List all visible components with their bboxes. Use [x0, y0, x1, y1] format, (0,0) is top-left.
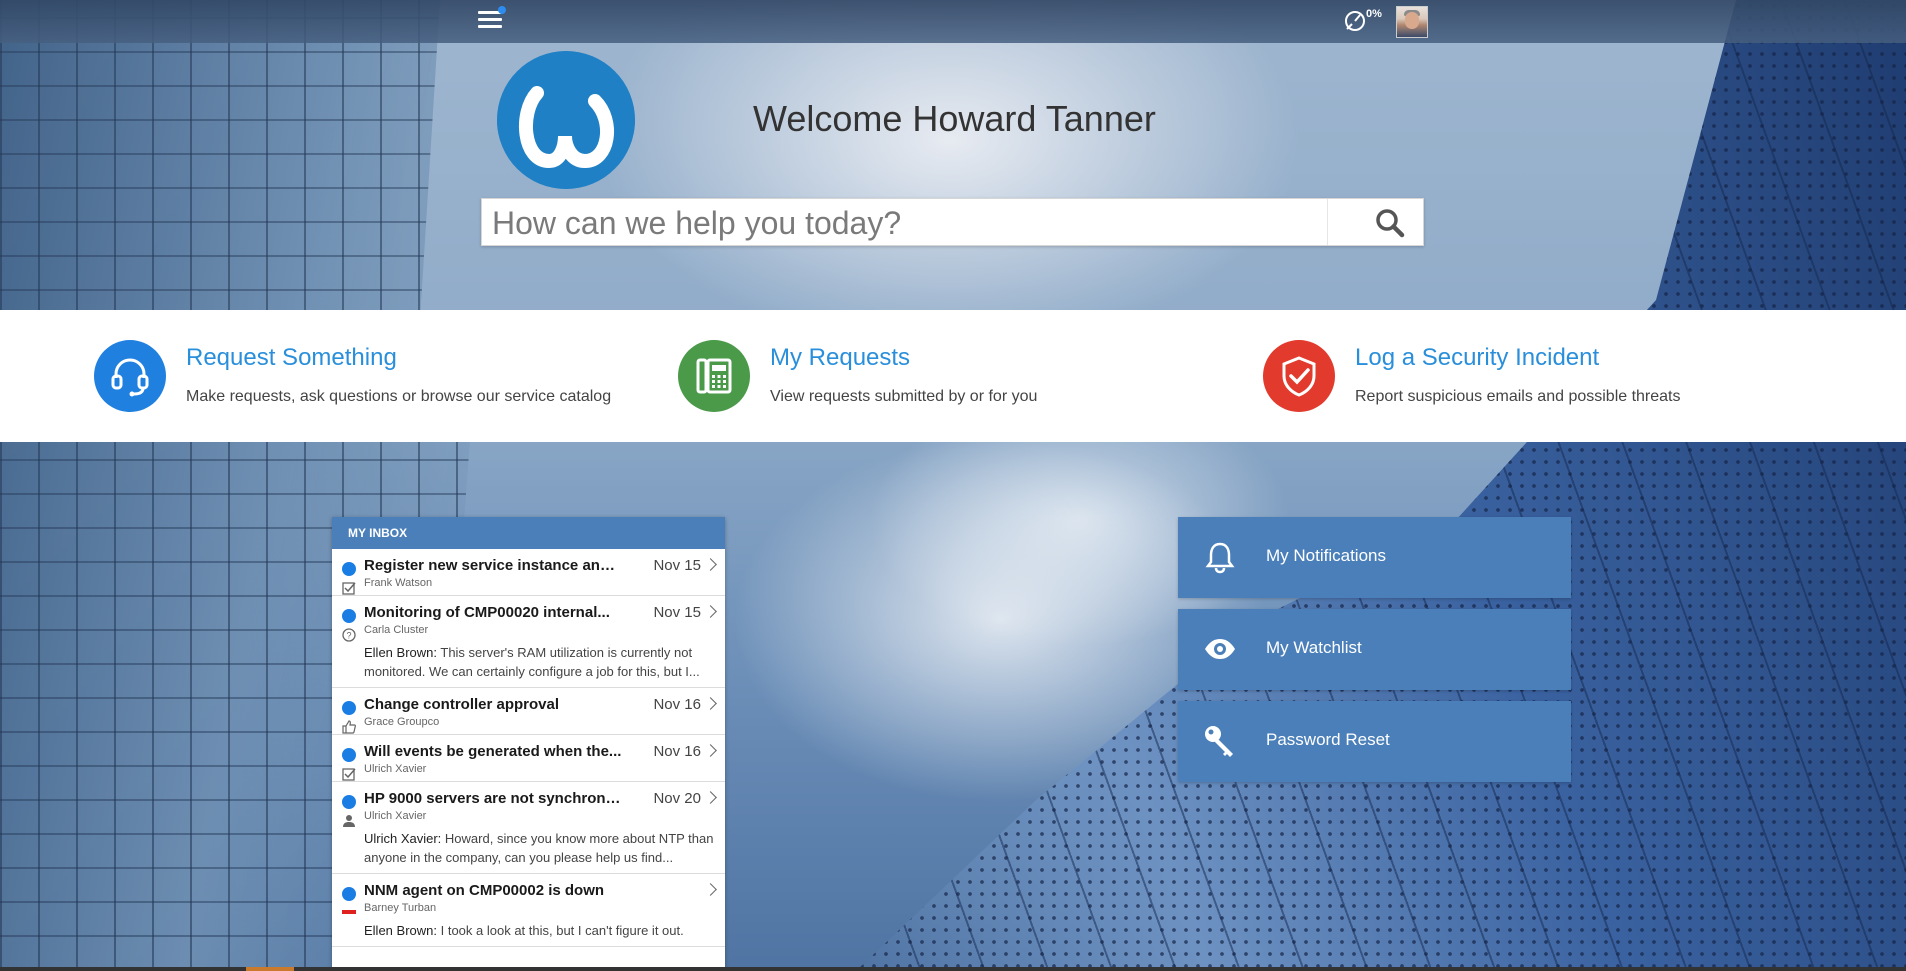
inbox-item-subject: Will events be generated when the... — [364, 743, 622, 760]
shield-check-icon — [1263, 340, 1335, 412]
welcome-heading: Welcome Howard Tanner — [753, 98, 1156, 139]
action-description: View requests submitted by or for you — [770, 388, 1038, 405]
phone-icon — [678, 340, 750, 412]
action-title: Log a Security Incident — [1355, 344, 1600, 371]
tile-my-notifications[interactable]: My Notifications — [1178, 517, 1571, 598]
inbox-item[interactable]: HP 9000 servers are not synchronizing...… — [332, 782, 725, 874]
company-logo — [497, 51, 635, 189]
inbox-item-preview: Ellen Brown: This server's RAM utilizati… — [364, 645, 700, 679]
my-inbox-panel: MY INBOX Register new service instance a… — [332, 517, 725, 971]
unread-dot — [342, 609, 356, 623]
key-icon — [1205, 726, 1233, 757]
unread-dot — [342, 887, 356, 901]
action-description: Report suspicious emails and possible th… — [1355, 388, 1681, 405]
tile-label: My Watchlist — [1266, 638, 1362, 657]
inbox-item-date: Nov 20 — [653, 790, 701, 807]
unread-dot — [342, 795, 356, 809]
chevron-right-icon — [704, 744, 717, 757]
thumbs-up-icon — [342, 720, 356, 734]
inbox-item-subject: NNM agent on CMP00002 is down — [364, 882, 605, 899]
chevron-right-icon — [704, 558, 717, 571]
user-avatar[interactable] — [1396, 6, 1428, 38]
inbox-item-sender: Barney Turban — [364, 902, 437, 914]
gauge-icon[interactable] — [1343, 9, 1367, 33]
inbox-item-subject: Monitoring of CMP00020 internal... — [364, 604, 610, 621]
inbox-item[interactable]: ? Monitoring of CMP00020 internal... Nov… — [332, 596, 725, 688]
top-bar: 0% — [0, 0, 1906, 43]
taskbar-strip — [0, 967, 1906, 971]
inbox-item-date: Nov 15 — [653, 604, 701, 621]
inbox-item[interactable]: NNM agent on CMP00002 is down Barney Tur… — [332, 874, 725, 947]
inbox-item[interactable]: Change controller approval Nov 16 Grace … — [332, 688, 725, 735]
inbox-item-date: Nov 16 — [653, 696, 701, 713]
inbox-item-sender: Grace Groupco — [364, 716, 440, 728]
inbox-item-sender: Carla Cluster — [364, 624, 429, 636]
hamburger-menu-button[interactable] — [478, 11, 502, 31]
user-alert-icon — [343, 815, 355, 827]
tile-password-reset[interactable]: Password Reset — [1178, 701, 1571, 782]
inbox-item-subject: Register new service instance and SLA — [364, 557, 624, 574]
inbox-item-date: Nov 15 — [653, 557, 701, 574]
chevron-right-icon — [704, 697, 717, 710]
checkbox-icon — [342, 768, 356, 781]
red-bar-icon — [342, 910, 356, 914]
inbox-item-preview: Ulrich Xavier: Howard, since you know mo… — [364, 831, 714, 865]
tile-my-watchlist[interactable]: My Watchlist — [1178, 609, 1571, 690]
question-icon: ? — [342, 628, 356, 642]
bell-icon — [1205, 542, 1235, 574]
quick-actions-bar: Request Something Make requests, ask que… — [0, 310, 1906, 442]
chevron-right-icon — [704, 791, 717, 804]
inbox-item[interactable]: Register new service instance and SLA No… — [332, 549, 725, 596]
tile-label: My Notifications — [1266, 546, 1386, 565]
unread-dot — [342, 748, 356, 762]
tile-label: Password Reset — [1266, 730, 1390, 749]
unread-dot — [342, 701, 356, 715]
inbox-item-subject: HP 9000 servers are not synchronizing... — [364, 790, 624, 807]
action-title: My Requests — [770, 344, 911, 371]
inbox-item-date: Nov 16 — [653, 743, 701, 760]
unread-dot — [342, 562, 356, 576]
chevron-right-icon — [704, 883, 717, 896]
notification-dot — [498, 6, 506, 14]
gauge-value: 0% — [1366, 8, 1382, 20]
headset-icon — [94, 340, 166, 412]
inbox-item-sender: Ulrich Xavier — [364, 810, 427, 822]
inbox-item-sender: Ulrich Xavier — [364, 763, 427, 775]
inbox-item-subject: Change controller approval — [364, 696, 560, 713]
inbox-item-sender: Frank Watson — [364, 577, 433, 589]
svg-text:?: ? — [346, 631, 351, 641]
checkbox-icon — [342, 582, 356, 595]
eye-icon — [1205, 639, 1235, 659]
search-input[interactable] — [490, 203, 1334, 243]
chevron-right-icon — [704, 605, 717, 618]
inbox-item-preview: Ellen Brown: I took a look at this, but … — [364, 923, 684, 938]
inbox-item[interactable]: Will events be generated when the... Nov… — [332, 735, 725, 782]
search-icon[interactable] — [1372, 207, 1408, 239]
search-bar — [481, 198, 1424, 246]
action-description: Make requests, ask questions or browse o… — [186, 388, 612, 405]
inbox-title: MY INBOX — [332, 517, 725, 549]
action-title: Request Something — [186, 344, 397, 371]
